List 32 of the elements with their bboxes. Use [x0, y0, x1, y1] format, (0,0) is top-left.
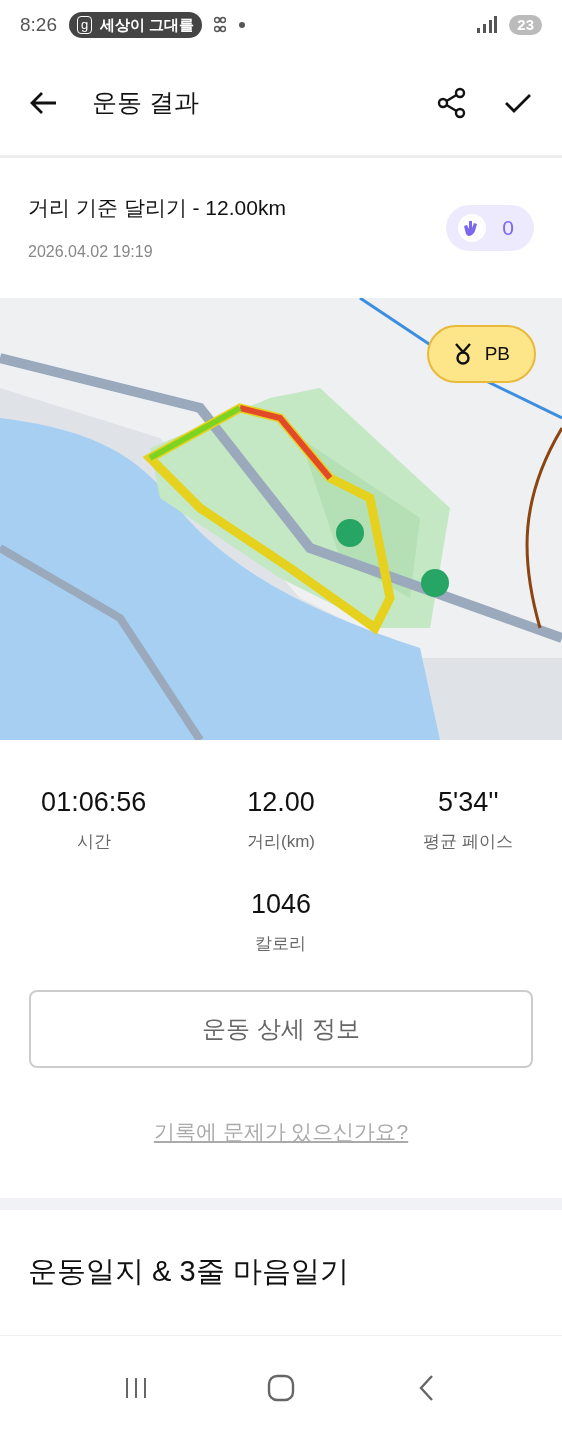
dots-icon — [214, 16, 227, 34]
clap-button[interactable]: 0 — [446, 205, 534, 251]
medal-icon — [452, 343, 473, 365]
chevron-left-icon — [417, 1373, 434, 1402]
stat-value: 01:06:56 — [41, 786, 147, 819]
stat-label: 칼로리 — [255, 932, 307, 955]
recent-apps-icon — [124, 1375, 149, 1400]
share-icon — [436, 86, 468, 119]
clock: 8:26 — [20, 12, 57, 37]
check-icon — [504, 91, 532, 114]
back-arrow-icon — [30, 90, 58, 115]
workout-title: 거리 기준 달리기 - 12.00km — [28, 195, 287, 222]
home-icon — [267, 1373, 295, 1402]
journal-title: 운동일지 & 3줄 마음일기 — [28, 1254, 349, 1290]
stat-label: 거리(km) — [247, 830, 315, 853]
app-letter: g — [77, 16, 93, 34]
dot-icon — [238, 21, 247, 29]
stat-label: 평균 페이스 — [423, 830, 514, 853]
report-link[interactable]: 기록에 문제가 있으신가요? — [153, 1116, 409, 1148]
page-title: 운동 결과 — [92, 86, 199, 118]
notification-text: 세상이 그대를 — [100, 14, 195, 35]
clap-count: 0 — [502, 215, 514, 242]
stat-value: 12.00 — [247, 786, 315, 819]
battery-indicator: 23 — [509, 15, 542, 35]
clapping-hands-icon — [458, 214, 487, 242]
stat-value: 1046 — [250, 888, 312, 921]
workout-date: 2026.04.02 19:19 — [28, 241, 154, 262]
signal-icon — [475, 16, 498, 34]
detail-button[interactable]: 운동 상세 정보 — [29, 990, 533, 1068]
pb-label: PB — [484, 341, 510, 366]
stat-label: 시간 — [76, 830, 111, 853]
stat-value: 5'34'' — [438, 786, 499, 819]
